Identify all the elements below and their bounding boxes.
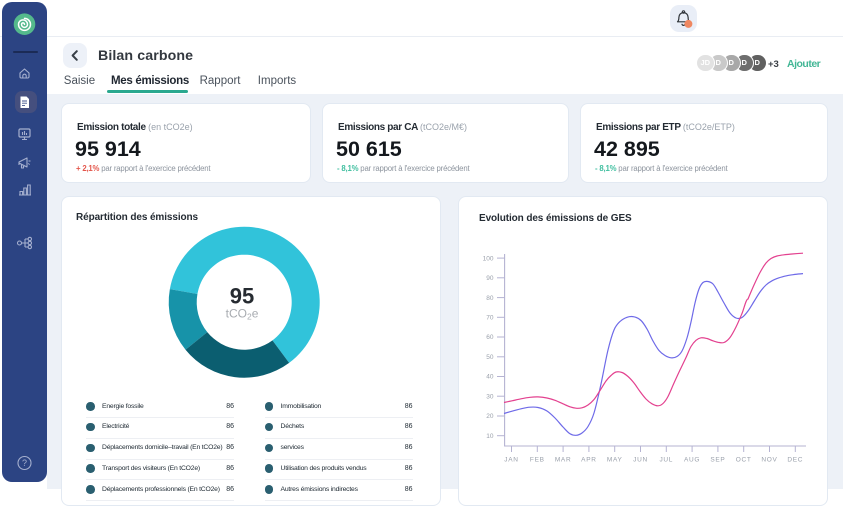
- svg-text:NOV: NOV: [761, 456, 777, 463]
- svg-text:MAY: MAY: [607, 456, 623, 463]
- svg-text:50: 50: [486, 354, 494, 361]
- svg-text:60: 60: [486, 334, 494, 341]
- svg-text:tCO2e: tCO2e: [226, 307, 259, 322]
- svg-text:95: 95: [230, 284, 254, 309]
- svg-text:FEB: FEB: [530, 456, 545, 463]
- svg-text:DEC: DEC: [787, 456, 803, 463]
- svg-text:20: 20: [486, 413, 494, 420]
- svg-text:?: ?: [22, 458, 27, 468]
- svg-text:APR: APR: [581, 456, 596, 463]
- svg-text:40: 40: [486, 374, 494, 381]
- svg-text:JUN: JUN: [633, 456, 648, 463]
- svg-text:JAN: JAN: [504, 456, 518, 463]
- svg-text:90: 90: [486, 275, 494, 282]
- svg-text:70: 70: [486, 315, 494, 322]
- svg-text:10: 10: [486, 433, 494, 440]
- svg-text:OCT: OCT: [736, 456, 752, 463]
- svg-text:80: 80: [486, 295, 494, 302]
- svg-text:AUG: AUG: [684, 456, 700, 463]
- svg-text:SEP: SEP: [710, 456, 725, 463]
- svg-text:JUL: JUL: [659, 456, 673, 463]
- svg-text:100: 100: [483, 255, 494, 262]
- svg-text:MAR: MAR: [555, 456, 572, 463]
- svg-text:30: 30: [486, 393, 494, 400]
